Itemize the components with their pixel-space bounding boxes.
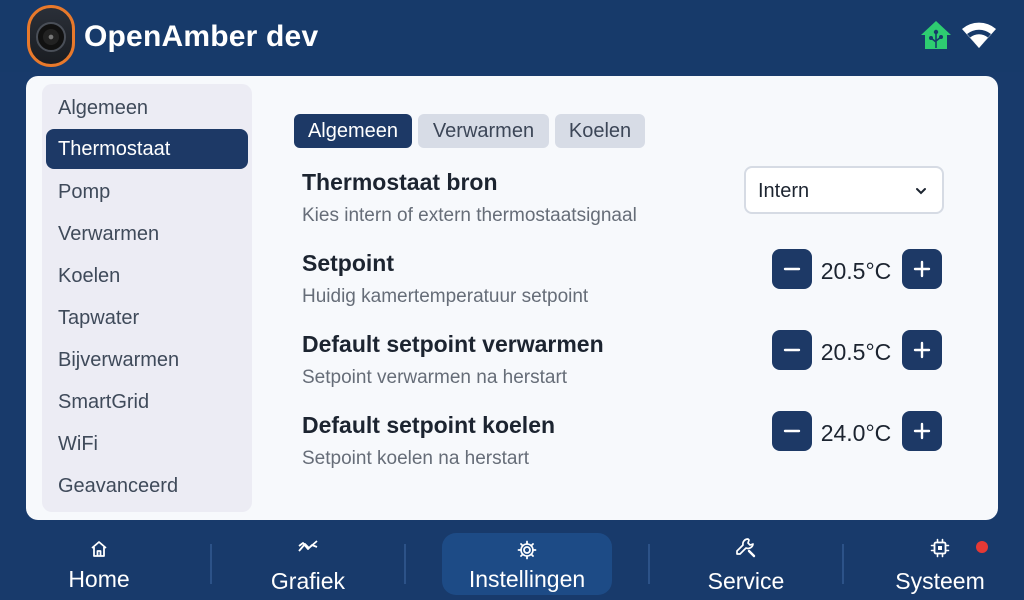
chip-icon xyxy=(930,538,950,558)
minus-icon xyxy=(783,348,801,352)
sidebar-item-pomp[interactable]: Pomp xyxy=(46,172,248,212)
setting-title-heating-default: Default setpoint verwarmen xyxy=(302,331,604,357)
setting-desc-source: Kies intern of extern thermostaatsignaal xyxy=(302,205,637,226)
wrench-icon xyxy=(736,538,756,558)
tab-algemeen[interactable]: Algemeen xyxy=(294,114,412,148)
home-icon xyxy=(91,541,107,557)
setting-desc-setpoint: Huidig kamertemperatuur setpoint xyxy=(302,286,589,307)
nav-label: Systeem xyxy=(895,568,985,594)
settings-panel: Algemeen Thermostaat Pomp Verwarmen Koel… xyxy=(26,76,998,520)
sidebar-item-verwarmen[interactable]: Verwarmen xyxy=(46,214,248,254)
plus-icon xyxy=(913,341,931,359)
chevron-down-icon xyxy=(916,188,926,195)
setpoint-value: 20.5°C xyxy=(820,258,892,284)
bottom-nav: Home Grafiek Instellingen Service Systee… xyxy=(0,524,1024,600)
nav-label: Grafiek xyxy=(270,568,346,594)
setting-desc-cooling-default: Setpoint koelen na herstart xyxy=(302,448,530,469)
tab-verwarmen[interactable]: Verwarmen xyxy=(418,114,549,148)
nav-item-systeem[interactable]: Systeem xyxy=(855,524,1024,600)
heating-default-decrease-button[interactable] xyxy=(772,330,812,370)
nav-item-service[interactable]: Service xyxy=(661,524,831,600)
sidebar-item-geavanceerd[interactable]: Geavanceerd xyxy=(46,466,248,506)
heating-default-increase-button[interactable] xyxy=(902,330,942,370)
heat-pump-logo-icon xyxy=(27,5,75,67)
nav-label: Instellingen xyxy=(468,566,586,592)
plus-icon xyxy=(913,422,931,440)
nav-divider xyxy=(210,544,212,584)
system-alert-dot xyxy=(976,541,988,553)
settings-sidebar: Algemeen Thermostaat Pomp Verwarmen Koel… xyxy=(42,84,252,512)
select-value: Intern xyxy=(758,180,810,202)
setpoint-decrease-button[interactable] xyxy=(772,249,812,289)
sidebar-item-smartgrid[interactable]: SmartGrid xyxy=(46,382,248,422)
nav-divider xyxy=(404,544,406,584)
nav-divider xyxy=(842,544,844,584)
sidebar-item-thermostaat[interactable]: Thermostaat xyxy=(46,129,248,169)
tab-koelen[interactable]: Koelen xyxy=(555,114,645,148)
sidebar-item-wifi[interactable]: WiFi xyxy=(46,424,248,464)
sidebar-item-tapwater[interactable]: Tapwater xyxy=(46,298,248,338)
cooling-default-increase-button[interactable] xyxy=(902,411,942,451)
setting-title-source: Thermostaat bron xyxy=(302,169,498,195)
thermostat-source-select[interactable]: Intern xyxy=(744,166,944,214)
gear-icon xyxy=(517,540,537,560)
sidebar-item-bijverwarmen[interactable]: Bijverwarmen xyxy=(46,340,248,380)
nav-item-home[interactable]: Home xyxy=(14,524,184,600)
home-assistant-icon[interactable] xyxy=(920,20,952,50)
sidebar-item-koelen[interactable]: Koelen xyxy=(46,256,248,296)
wifi-icon[interactable] xyxy=(961,20,997,50)
nav-divider xyxy=(648,544,650,584)
minus-icon xyxy=(783,429,801,433)
plus-icon xyxy=(913,260,931,278)
heating-default-value: 20.5°C xyxy=(820,339,892,365)
top-bar: OpenAmber dev xyxy=(0,0,1024,72)
setting-desc-heating-default: Setpoint verwarmen na herstart xyxy=(302,367,568,388)
chart-icon xyxy=(298,540,318,552)
nav-item-grafiek[interactable]: Grafiek xyxy=(223,524,393,600)
app-title: OpenAmber dev xyxy=(84,20,319,53)
setpoint-increase-button[interactable] xyxy=(902,249,942,289)
nav-item-instellingen[interactable]: Instellingen xyxy=(442,524,612,600)
setting-title-cooling-default: Default setpoint koelen xyxy=(302,412,556,438)
minus-icon xyxy=(783,267,801,271)
nav-label: Home xyxy=(68,566,130,592)
cooling-default-decrease-button[interactable] xyxy=(772,411,812,451)
cooling-default-value: 24.0°C xyxy=(820,420,892,446)
sidebar-item-algemeen[interactable]: Algemeen xyxy=(46,88,248,128)
setting-title-setpoint: Setpoint xyxy=(302,250,394,276)
nav-label: Service xyxy=(707,568,785,594)
